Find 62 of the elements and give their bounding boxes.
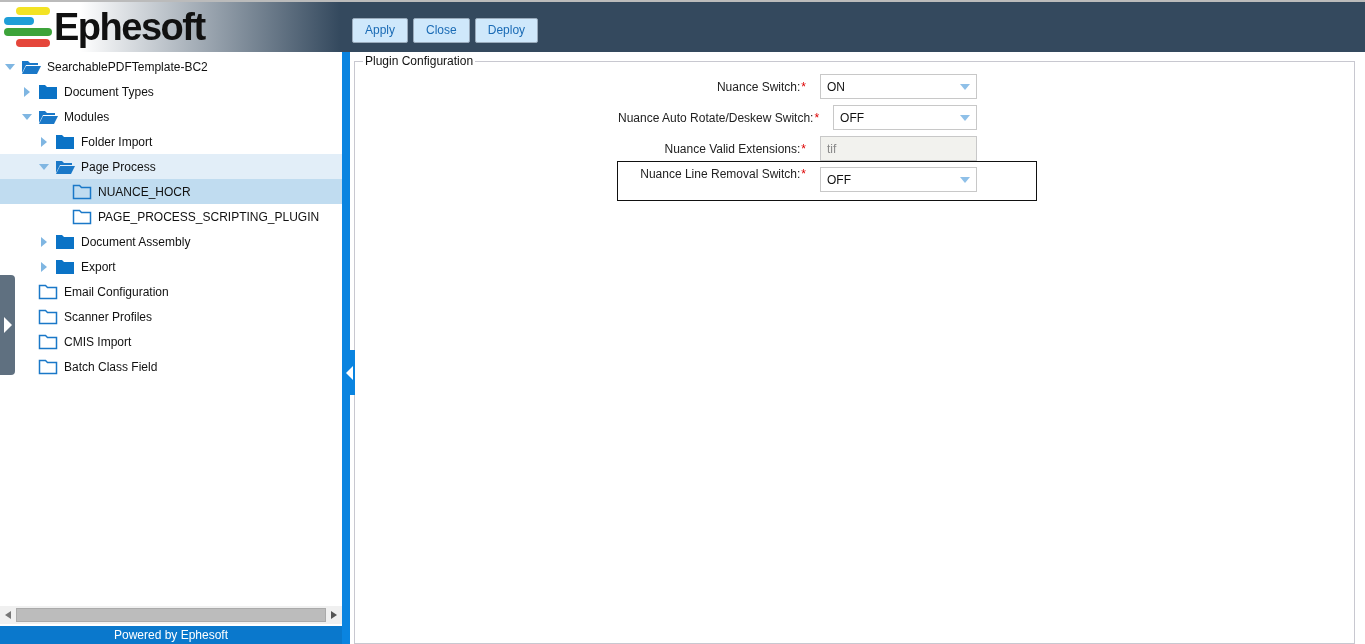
tree-item-label: Folder Import: [81, 134, 153, 149]
dropdown[interactable]: OFF: [820, 167, 977, 192]
footer-text: Powered by Ephesoft: [0, 626, 342, 644]
scroll-left-icon[interactable]: [5, 611, 11, 619]
tree-item-label: Email Configuration: [64, 284, 169, 299]
tree-item[interactable]: Document Types: [21, 79, 154, 104]
tree-item-label: PAGE_PROCESS_SCRIPTING_PLUGIN: [98, 209, 320, 224]
dropdown[interactable]: ON: [820, 74, 977, 99]
tree-item[interactable]: Modules: [21, 104, 110, 129]
tree-item[interactable]: Page Process: [0, 154, 342, 179]
horizontal-scrollbar[interactable]: [0, 606, 342, 624]
tree-item[interactable]: Export: [38, 254, 116, 279]
dropdown[interactable]: OFF: [833, 105, 977, 130]
dropdown-arrow-icon: [960, 83, 970, 90]
folder-outline-icon: [38, 358, 58, 375]
open-folder-icon: [38, 108, 58, 125]
tree-item-label: Document Types: [64, 84, 154, 99]
field-label: Nuance Switch:*: [716, 79, 806, 94]
open-folder-icon: [55, 158, 75, 175]
folder-icon: [38, 83, 58, 100]
folder-outline-icon: [72, 208, 92, 225]
tree-item[interactable]: Scanner Profiles: [21, 304, 153, 329]
tree-item-label: CMIS Import: [64, 334, 132, 349]
header-button[interactable]: Apply: [352, 17, 409, 43]
scroll-right-icon[interactable]: [331, 611, 337, 619]
tree-item[interactable]: CMIS Import: [21, 329, 132, 354]
folder-outline-icon: [72, 183, 92, 200]
folder-outline-icon: [38, 308, 58, 325]
stripes-logo-icon: [2, 5, 52, 49]
folder-icon: [55, 133, 75, 150]
tree-item-label: Document Assembly: [81, 234, 191, 249]
tree-item[interactable]: Email Configuration: [21, 279, 169, 304]
tree-item-label: Page Process: [81, 159, 156, 174]
tree-item-label: Export: [81, 259, 116, 274]
triangle-right-icon: [2, 316, 13, 334]
triangle-left-icon: [344, 364, 353, 381]
folder-outline-icon: [38, 283, 58, 300]
panel-title: Plugin Configuration: [364, 54, 475, 68]
field-label: Nuance Auto Rotate/Deskew Switch:*: [618, 110, 820, 125]
open-folder-icon: [21, 58, 41, 75]
header-button[interactable]: Deploy: [474, 17, 539, 43]
dropdown-arrow-icon: [960, 114, 970, 121]
field-label: Nuance Line Removal Switch:*: [640, 167, 806, 181]
field-label: Nuance Valid Extensions:*: [664, 141, 806, 156]
expand-panel-tab[interactable]: [0, 275, 15, 375]
tree-item[interactable]: Folder Import: [38, 129, 153, 154]
tree-item-label: Modules: [64, 109, 110, 124]
tree-item[interactable]: Batch Class Field: [21, 354, 158, 379]
tree-item[interactable]: SearchablePDFTemplate-BC2: [4, 54, 208, 79]
tree-item-label: NUANCE_HOCR: [98, 184, 191, 199]
folder-icon: [55, 258, 75, 275]
tree-item[interactable]: NUANCE_HOCR: [0, 179, 342, 204]
tree-item-label: Batch Class Field: [64, 359, 158, 374]
header-button[interactable]: Close: [413, 17, 470, 43]
dropdown-arrow-icon: [960, 176, 970, 183]
tree-item[interactable]: PAGE_PROCESS_SCRIPTING_PLUGIN: [55, 204, 320, 229]
folder-icon: [55, 233, 75, 250]
tree-item[interactable]: Document Assembly: [38, 229, 191, 254]
tree-item-label: SearchablePDFTemplate-BC2: [47, 59, 208, 74]
logo-text: Ephesoft: [54, 5, 205, 49]
tree-item-label: Scanner Profiles: [64, 309, 153, 324]
folder-outline-icon: [38, 333, 58, 350]
